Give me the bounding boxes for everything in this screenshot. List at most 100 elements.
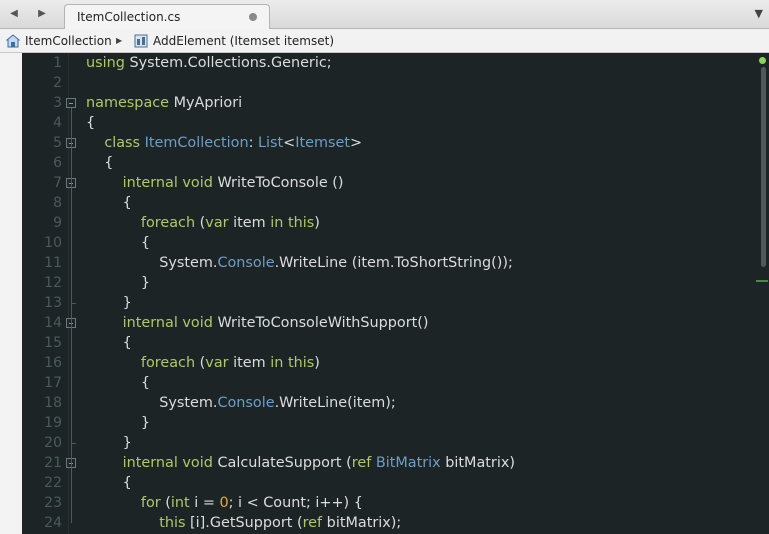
fold-toggle-icon[interactable] <box>66 98 76 108</box>
code-line[interactable]: class ItemCollection: List<Itemset> <box>86 133 362 153</box>
breadcrumb-member[interactable]: AddElement (Itemset itemset) <box>134 33 334 49</box>
line-number: 10 <box>44 235 62 251</box>
code-editor[interactable]: 1 2 3 4 5 6 7 8 9 10 11 12 13 14 15 16 17 18 19 20 21 22 23 24 u… <box>0 53 769 534</box>
code-token: } <box>86 435 132 451</box>
line-number: 21 <box>44 455 62 471</box>
code-line[interactable]: System.Console.WriteLine(item); <box>86 393 396 413</box>
code-line[interactable]: foreach (var item in this) <box>86 353 320 373</box>
breadcrumb-member-label: AddElement (Itemset itemset) <box>153 34 335 48</box>
code-line[interactable]: } <box>86 413 150 433</box>
code-line[interactable]: { <box>86 373 150 393</box>
code-line[interactable]: } <box>86 273 150 293</box>
code-token: i = <box>189 495 220 511</box>
fold-end <box>71 303 76 304</box>
code-token: } <box>86 295 132 311</box>
line-number: 3 <box>53 95 62 111</box>
code-token: > <box>350 135 363 151</box>
code-token: this <box>159 515 186 531</box>
line-number: 15 <box>44 335 62 351</box>
tab-label: ItemCollection.cs <box>77 10 181 24</box>
code-line[interactable]: using System.Collections.Generic; <box>86 53 332 73</box>
code-token: foreach <box>140 355 196 371</box>
left-margin <box>0 53 22 534</box>
code-token: internal <box>122 175 178 191</box>
code-token: internal <box>122 455 178 471</box>
tab-item-collection[interactable]: ItemCollection.cs <box>64 4 270 30</box>
code-line[interactable]: { <box>86 193 132 213</box>
code-token: this <box>287 215 315 231</box>
dropdown-icon[interactable]: ▼ <box>755 7 763 20</box>
code-token: { <box>86 195 132 211</box>
code-line[interactable]: { <box>86 233 150 253</box>
line-number: 8 <box>53 195 62 211</box>
forward-arrow-icon[interactable]: ▶ <box>32 6 52 22</box>
code-token: { <box>86 115 96 131</box>
code-line[interactable]: { <box>86 333 132 353</box>
code-line[interactable]: { <box>86 473 132 493</box>
vertical-scrollbar[interactable] <box>756 53 769 534</box>
line-number: 24 <box>44 515 62 531</box>
code-token: } <box>86 275 151 291</box>
code-line[interactable]: { <box>86 113 95 133</box>
fold-guide <box>71 188 72 303</box>
close-tab-icon[interactable] <box>249 13 257 21</box>
code-token: void <box>182 315 213 331</box>
code-token: < <box>283 135 296 151</box>
line-number: 22 <box>44 475 62 491</box>
code-token: foreach <box>140 215 196 231</box>
code-token: .WriteLine (item.ToShortString()); <box>274 255 513 271</box>
code-token: ) <box>314 355 320 371</box>
code-token: in <box>270 215 284 231</box>
code-token: MyApriori <box>169 95 243 111</box>
code-token: void <box>182 455 213 471</box>
code-token: item <box>228 355 271 371</box>
code-line[interactable]: internal void WriteToConsoleWithSupport(… <box>86 313 429 333</box>
code-token: BitMatrix <box>375 455 441 471</box>
code-token: in <box>270 355 284 371</box>
code-line[interactable]: internal void CalculateSupport (ref BitM… <box>86 453 515 473</box>
code-token: Console <box>217 395 275 411</box>
code-line[interactable]: foreach (var item in this) <box>86 213 320 233</box>
code-line[interactable]: this [i].GetSupport (ref bitMatrix); <box>86 513 401 533</box>
code-token: [i].GetSupport ( <box>185 515 303 531</box>
breadcrumb-class[interactable]: ItemCollection <box>6 33 112 49</box>
code-token: for <box>140 495 161 511</box>
line-number: 17 <box>44 375 62 391</box>
code-line[interactable]: namespace MyApriori <box>86 93 242 113</box>
code-line[interactable]: for (int i = 0; i < Count; i++) { <box>86 493 363 513</box>
scroll-thumb[interactable] <box>761 67 766 267</box>
code-token: { <box>86 155 114 171</box>
code-token: : <box>248 135 259 151</box>
line-number: 14 <box>44 315 62 331</box>
line-number: 1 <box>53 55 62 71</box>
code-token: ( <box>160 495 171 511</box>
code-token: WriteToConsoleWithSupport() <box>212 315 429 331</box>
code-line[interactable]: } <box>86 433 132 453</box>
method-icon <box>134 34 148 48</box>
line-number: 13 <box>44 295 62 311</box>
code-token: int <box>170 495 190 511</box>
code-line[interactable]: } <box>86 293 132 313</box>
code-token: { <box>86 375 151 391</box>
fold-guide <box>71 468 72 523</box>
code-token: ref <box>351 455 372 471</box>
line-number: 19 <box>44 415 62 431</box>
namespace-icon <box>6 34 20 48</box>
fold-end <box>71 443 76 444</box>
code-token: System. <box>86 395 218 411</box>
code-line[interactable]: internal void WriteToConsole () <box>86 173 344 193</box>
code-token: Itemset <box>295 135 350 151</box>
code-token: var <box>205 355 229 371</box>
code-token: using <box>86 55 125 71</box>
line-number: 9 <box>53 215 62 231</box>
code-token: { <box>86 235 151 251</box>
code-line[interactable]: System.Console.WriteLine (item.ToShortSt… <box>86 253 513 273</box>
back-arrow-icon[interactable]: ◀ <box>4 6 24 22</box>
code-token: System. <box>86 255 218 271</box>
code-line[interactable]: { <box>86 153 113 173</box>
line-number: 5 <box>53 135 62 151</box>
